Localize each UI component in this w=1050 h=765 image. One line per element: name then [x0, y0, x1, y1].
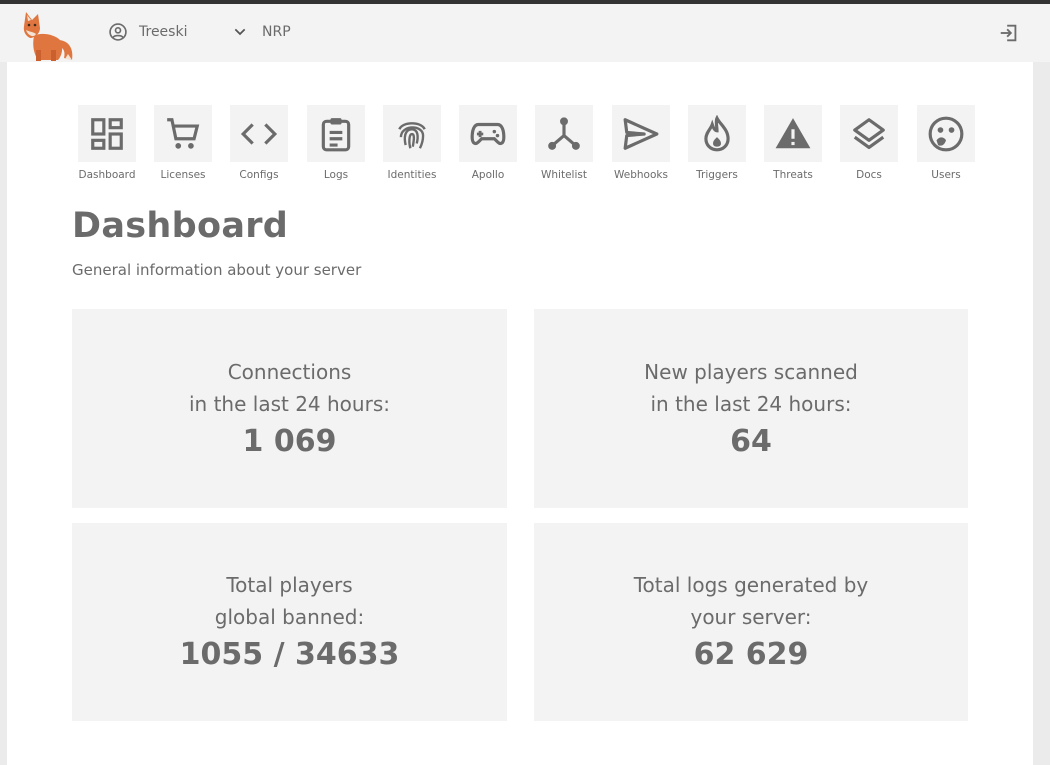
nav-label: Users — [931, 169, 961, 181]
stat-label: Total logs generated by — [633, 573, 869, 597]
dashboard-icon — [91, 117, 123, 150]
stat-value: 1055 / 34633 — [179, 637, 400, 672]
nav-item-licenses[interactable]: Licenses — [148, 105, 218, 181]
nav-item-configs[interactable]: Configs — [224, 105, 294, 181]
nav-label: Licenses — [160, 169, 206, 181]
fox-logo-icon[interactable] — [20, 10, 78, 62]
server-name: NRP — [262, 24, 291, 40]
flame-icon — [704, 114, 730, 151]
stat-value: 1 069 — [242, 423, 337, 459]
stat-label: global banned: — [214, 605, 365, 629]
nav-item-logs[interactable]: Logs — [301, 105, 371, 181]
stat-label: Total players — [226, 573, 353, 597]
nav-label: Dashboard — [78, 169, 136, 181]
clipboard-icon — [321, 117, 351, 151]
merge-icon — [548, 116, 580, 150]
nav-item-apollo[interactable]: Apollo — [453, 105, 523, 181]
user-menu[interactable]: Treeski — [108, 22, 187, 42]
stat-value: 64 — [730, 423, 772, 459]
nav-item-webhooks[interactable]: Webhooks — [606, 105, 676, 181]
stat-card-global-banned: Total players global banned: 1055 / 3463… — [72, 523, 507, 721]
top-header: Treeski NRP — [0, 4, 1050, 62]
layers-icon — [853, 117, 885, 149]
nav-item-identities[interactable]: Identities — [377, 105, 447, 181]
nav-label: Webhooks — [614, 169, 668, 181]
cart-icon — [167, 117, 200, 149]
stat-card-new-players: New players scanned in the last 24 hours… — [534, 309, 968, 508]
page-subtitle: General information about your server — [72, 261, 362, 279]
nav-label: Identities — [387, 169, 437, 181]
nav-item-whitelist[interactable]: Whitelist — [529, 105, 599, 181]
stat-label: your server: — [690, 605, 812, 629]
nav-bar: Dashboard Licenses Configs Logs Identiti… — [72, 105, 975, 185]
main-content: Dashboard Licenses Configs Logs Identiti… — [7, 62, 1033, 765]
face-icon — [928, 116, 964, 151]
stat-label: New players scanned — [644, 359, 858, 384]
page-title: Dashboard — [72, 206, 289, 246]
user-name: Treeski — [139, 24, 188, 40]
code-icon — [240, 122, 278, 145]
stat-label: in the last 24 hours: — [650, 391, 852, 416]
warning-icon — [775, 117, 811, 148]
nav-item-docs[interactable]: Docs — [834, 105, 904, 181]
fingerprint-icon — [398, 121, 426, 149]
account-circle-icon — [109, 23, 127, 41]
nav-item-triggers[interactable]: Triggers — [682, 105, 752, 181]
nav-label: Logs — [323, 169, 349, 181]
nav-item-dashboard[interactable]: Dashboard — [72, 105, 142, 181]
nav-label: Whitelist — [541, 169, 587, 181]
chevron-down-icon — [234, 28, 246, 36]
nav-item-threats[interactable]: Threats — [758, 105, 828, 181]
nav-item-users[interactable]: Users — [911, 105, 981, 181]
stat-value: 62 629 — [693, 637, 809, 672]
nav-label: Apollo — [471, 169, 505, 181]
stat-label: Connections — [227, 359, 352, 384]
gamepad-icon — [470, 122, 506, 145]
server-selector[interactable]: NRP — [232, 22, 291, 42]
stat-label: in the last 24 hours: — [189, 391, 390, 416]
logout-icon[interactable] — [998, 22, 1020, 44]
page-scrollbar[interactable] — [1033, 62, 1050, 765]
nav-label: Configs — [239, 169, 279, 181]
nav-label: Docs — [856, 169, 882, 181]
stat-card-total-logs: Total logs generated by your server: 62 … — [534, 523, 968, 721]
stat-card-connections: Connections in the last 24 hours: 1 069 — [72, 309, 507, 508]
nav-label: Triggers — [696, 169, 738, 181]
send-icon — [623, 117, 659, 150]
nav-label: Threats — [773, 169, 813, 181]
